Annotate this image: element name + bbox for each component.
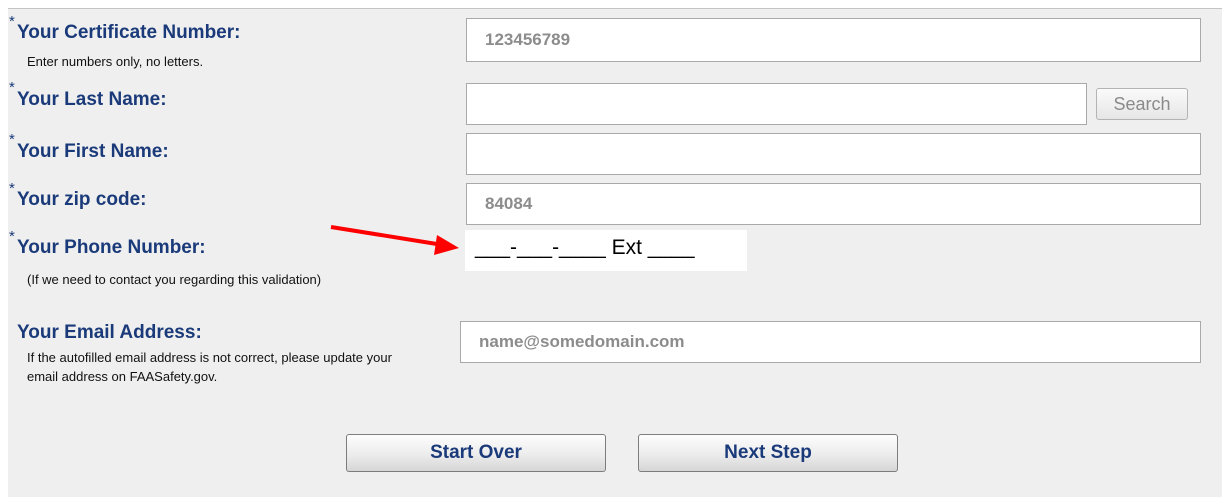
required-marker: *	[9, 13, 15, 30]
first-name-label: Your First Name:	[17, 141, 169, 162]
start-over-button[interactable]: Start Over	[346, 434, 606, 472]
phone-number-help: (If we need to contact you regarding thi…	[27, 272, 322, 287]
arrow-shaft	[330, 225, 444, 247]
certificate-number-help: Enter numbers only, no letters.	[27, 54, 204, 69]
email-address-label: Your Email Address:	[17, 322, 202, 343]
required-marker: *	[9, 180, 15, 197]
last-name-input[interactable]	[466, 83, 1087, 125]
email-address-input[interactable]: name@somedomain.com	[460, 321, 1201, 363]
certificate-number-label: Your Certificate Number:	[17, 22, 241, 43]
last-name-label: Your Last Name:	[17, 89, 167, 110]
required-marker: *	[9, 228, 15, 245]
zip-code-label: Your zip code:	[17, 189, 147, 210]
certificate-number-input[interactable]: 123456789	[466, 18, 1201, 62]
required-marker: *	[9, 79, 15, 96]
phone-number-input[interactable]: ___-___-____ Ext ____	[465, 230, 747, 271]
zip-code-input[interactable]: 84084	[466, 183, 1201, 225]
next-step-button[interactable]: Next Step	[638, 434, 898, 472]
required-marker: *	[9, 131, 15, 148]
phone-number-label: Your Phone Number:	[17, 237, 206, 258]
first-name-input[interactable]	[466, 133, 1201, 175]
arrow-head	[434, 235, 459, 255]
search-button[interactable]: Search	[1096, 88, 1188, 120]
email-address-help: If the autofilled email address is not c…	[27, 350, 392, 384]
red-arrow-annotation	[330, 225, 459, 255]
